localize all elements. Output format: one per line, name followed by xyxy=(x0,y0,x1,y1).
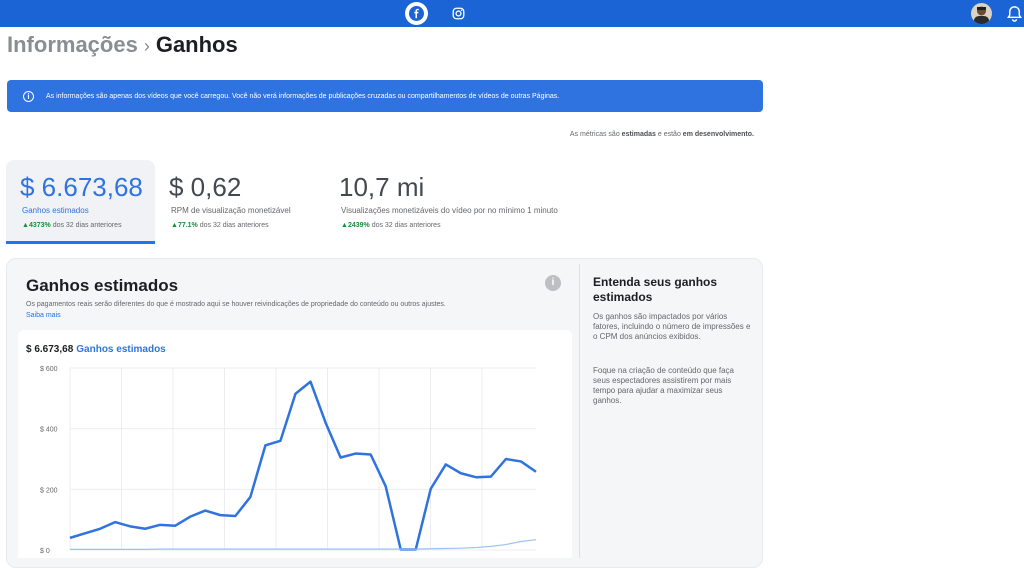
series-line-earnings xyxy=(69,380,537,551)
metric-value: $ 6.673,68 xyxy=(20,172,143,202)
chart-total: $ 6.673,68 Ganhos estimados xyxy=(26,344,166,355)
card-title: Ganhos estimados xyxy=(26,276,179,295)
side-title: Entenda seus ganhos estimados xyxy=(593,275,718,304)
up-arrow-icon: ▲ xyxy=(341,222,348,229)
note-middle: e estão xyxy=(657,131,681,138)
side-paragraph-2: Foque na criação de conteúdo que faça se… xyxy=(593,366,734,405)
metric-tab-estimated-earnings[interactable]: $ 6.673,68 Ganhos estimados ▲4373% dos 3… xyxy=(6,160,155,244)
metric-change-suffix: dos 32 dias anteriores xyxy=(199,222,269,229)
metric-tab-monetizable-views[interactable]: 10,7 mi Visualizações monetizáveis do ví… xyxy=(325,160,625,244)
metric-label: Ganhos estimados xyxy=(22,206,89,215)
metric-change: ▲4373% dos 32 dias anteriores xyxy=(22,222,122,229)
top-bar xyxy=(0,0,1024,27)
banner-text: As informações são apenas dos vídeos que… xyxy=(46,92,560,100)
earnings-line-chart: $ 0 $ 200 $ 400 $ 600 xyxy=(40,366,537,555)
info-icon[interactable]: i xyxy=(545,275,561,291)
page-title: Ganhos xyxy=(155,32,238,57)
metric-change: ▲77.1% dos 32 dias anteriores xyxy=(171,222,269,229)
metric-tab-rpm[interactable]: $ 0,62 RPM de visualização monetizável ▲… xyxy=(155,160,325,244)
breadcrumb-separator: › xyxy=(143,36,150,56)
bell-icon[interactable] xyxy=(1005,4,1024,23)
y-tick-label: $ 200 xyxy=(40,487,58,494)
total-amount: $ 6.673,68 xyxy=(26,344,74,355)
facebook-icon[interactable] xyxy=(405,2,428,25)
instagram-icon[interactable] xyxy=(447,2,470,25)
metric-change-value: 2439% xyxy=(347,222,370,229)
total-label: Ganhos estimados xyxy=(76,344,166,355)
metric-label: Visualizações monetizáveis do vídeo por … xyxy=(341,206,558,215)
note-in-development: em desenvolvimento. xyxy=(682,131,754,138)
card-subtitle: Os pagamentos reais serão diferentes do … xyxy=(26,301,446,308)
side-paragraph-1: Os ganhos são impactados por vários fato… xyxy=(593,312,751,341)
metric-value: 10,7 mi xyxy=(339,172,425,202)
avatar[interactable] xyxy=(971,3,992,24)
breadcrumb: Informações › Ganhos xyxy=(7,32,238,58)
metric-change-suffix: dos 32 dias anteriores xyxy=(52,222,122,229)
metric-change-value: 4373% xyxy=(28,222,51,229)
breadcrumb-parent[interactable]: Informações xyxy=(7,32,138,57)
y-tick-label: $ 0 xyxy=(40,548,50,555)
info-circle-icon: i xyxy=(23,90,34,102)
metric-change: ▲2439% dos 32 dias anteriores xyxy=(341,222,441,229)
up-arrow-icon: ▲ xyxy=(22,222,29,229)
up-arrow-icon: ▲ xyxy=(171,222,178,229)
info-banner: i As informações são apenas dos vídeos q… xyxy=(7,80,763,112)
metric-value: $ 0,62 xyxy=(169,172,242,202)
y-tick-label: $ 600 xyxy=(40,366,58,373)
metric-label: RPM de visualização monetizável xyxy=(171,206,291,215)
y-tick-label: $ 400 xyxy=(40,427,58,434)
series-line-comparison xyxy=(70,539,537,550)
metrics-note: As métricas são estimadas e estão em des… xyxy=(480,131,754,138)
card-divider xyxy=(579,264,580,558)
metric-change-value: 77.1% xyxy=(177,222,198,229)
note-estimated: estimadas xyxy=(621,131,656,138)
metric-change-suffix: dos 32 dias anteriores xyxy=(371,222,441,229)
note-prefix: As métricas são xyxy=(569,131,620,138)
learn-more-link[interactable]: Saiba mais xyxy=(26,312,61,319)
